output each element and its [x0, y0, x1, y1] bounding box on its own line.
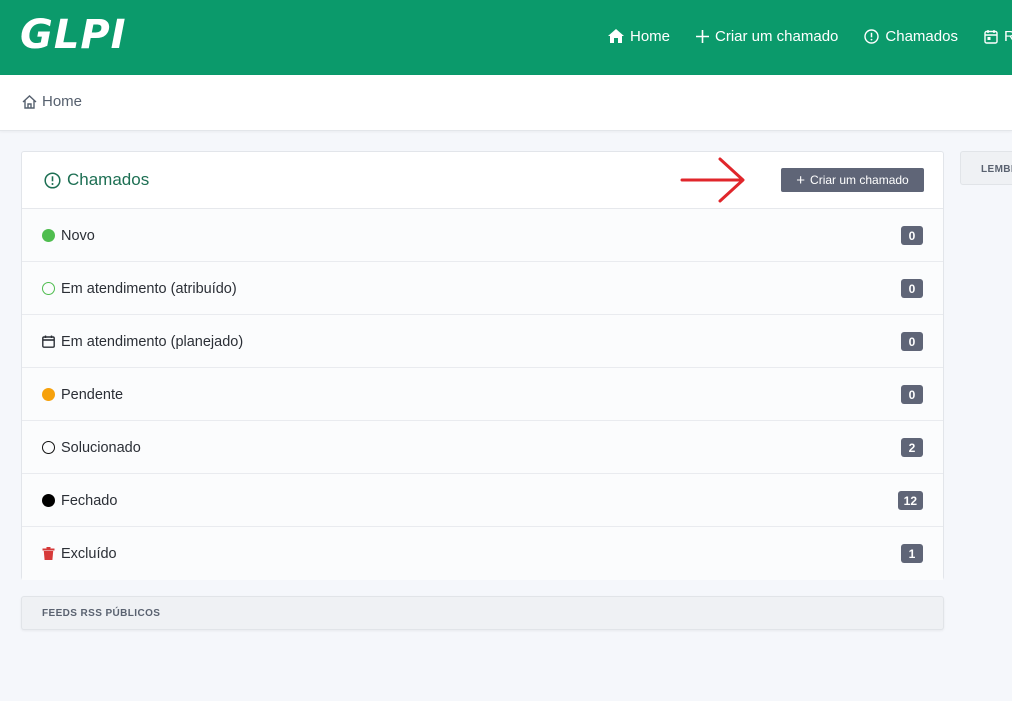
- row-label: Pendente: [42, 368, 123, 421]
- plus-icon: +: [796, 171, 806, 189]
- count-badge: 2: [901, 438, 923, 457]
- nav-item-label: Re: [1003, 27, 1012, 45]
- annotation-arrow-icon: [680, 157, 745, 203]
- count-badge: 0: [901, 332, 923, 351]
- status-label: Novo: [61, 227, 95, 244]
- breadcrumb[interactable]: Home: [22, 93, 82, 110]
- status-label: Solucionado: [61, 439, 141, 456]
- home-icon: [608, 29, 624, 43]
- home-outline-icon: [22, 94, 37, 109]
- status-pending-icon: [42, 388, 55, 401]
- create-ticket-label: Criar um chamado: [810, 173, 909, 187]
- breadcrumb-label: Home: [42, 93, 83, 110]
- status-assigned-icon: [42, 282, 55, 295]
- reminders-label: LEMBRETES: [981, 164, 1012, 175]
- status-label: Em atendimento (planejado): [61, 333, 244, 350]
- tickets-card-header: Chamados + Criar um chamado: [22, 152, 943, 209]
- count-badge: 0: [901, 279, 923, 298]
- main-menu: Home Criar um chamado Chamados Re: [608, 24, 1012, 48]
- count-badge: 1: [901, 544, 923, 563]
- row-label: Excluído: [42, 527, 117, 580]
- row-label: Solucionado: [42, 421, 141, 474]
- public-rss-feeds-panel[interactable]: FEEDS RSS PÚBLICOS: [21, 596, 944, 630]
- nav-item-home[interactable]: Home: [608, 28, 670, 45]
- count-badge: 0: [901, 226, 923, 245]
- feeds-label: FEEDS RSS PÚBLICOS: [42, 608, 161, 619]
- row-label: Novo: [42, 209, 95, 262]
- list-item-assigned[interactable]: Em atendimento (atribuído) 0: [22, 262, 943, 315]
- nav-item-label: Home: [630, 27, 671, 45]
- status-label: Excluído: [61, 545, 117, 562]
- row-label: Fechado: [42, 474, 117, 527]
- list-item-deleted[interactable]: Excluído 1: [22, 527, 943, 580]
- status-new-icon: [42, 229, 55, 242]
- calendar-icon: [42, 335, 55, 348]
- nav-item-label: Criar um chamado: [715, 27, 839, 45]
- row-label: Em atendimento (planejado): [42, 315, 243, 368]
- row-label: Em atendimento (atribuído): [42, 262, 237, 315]
- status-solved-icon: [42, 441, 55, 454]
- status-label: Fechado: [61, 492, 118, 509]
- list-item-closed[interactable]: Fechado 12: [22, 474, 943, 527]
- nav-item-reservations[interactable]: Re: [984, 28, 1012, 45]
- glpi-logo[interactable]: GLPI: [20, 12, 127, 58]
- ticket-status-list: Novo 0 Em atendimento (atribuído) 0 Em a…: [22, 209, 943, 580]
- count-badge: 12: [897, 491, 923, 510]
- list-item-planned[interactable]: Em atendimento (planejado) 0: [22, 315, 943, 368]
- alert-circle-icon: [44, 171, 61, 189]
- reminders-panel[interactable]: LEMBRETES: [960, 151, 1012, 185]
- nav-item-tickets[interactable]: Chamados: [864, 28, 958, 45]
- list-item-solved[interactable]: Solucionado 2: [22, 421, 943, 474]
- card-title-label: Chamados: [67, 170, 150, 189]
- logo-text: GLPI: [20, 12, 127, 58]
- status-closed-icon: [42, 494, 55, 507]
- create-ticket-button[interactable]: + Criar um chamado: [781, 168, 924, 192]
- nav-item-label: Chamados: [885, 27, 958, 45]
- trash-icon: [42, 547, 55, 560]
- status-label: Em atendimento (atribuído): [61, 280, 237, 297]
- count-badge: 0: [901, 385, 923, 404]
- calendar-icon: [984, 29, 998, 44]
- top-navbar: GLPI Home Criar um chamado Chamados Re: [0, 0, 1012, 75]
- breadcrumb-bar: Home: [0, 75, 1012, 131]
- nav-item-create-ticket[interactable]: Criar um chamado: [696, 28, 838, 45]
- tickets-card: Chamados + Criar um chamado Novo 0 Em at…: [21, 151, 944, 580]
- plus-icon: [696, 29, 710, 43]
- alert-circle-icon: [864, 28, 880, 44]
- card-title[interactable]: Chamados: [44, 170, 149, 190]
- status-label: Pendente: [61, 386, 124, 403]
- list-item-novo[interactable]: Novo 0: [22, 209, 943, 262]
- list-item-pending[interactable]: Pendente 0: [22, 368, 943, 421]
